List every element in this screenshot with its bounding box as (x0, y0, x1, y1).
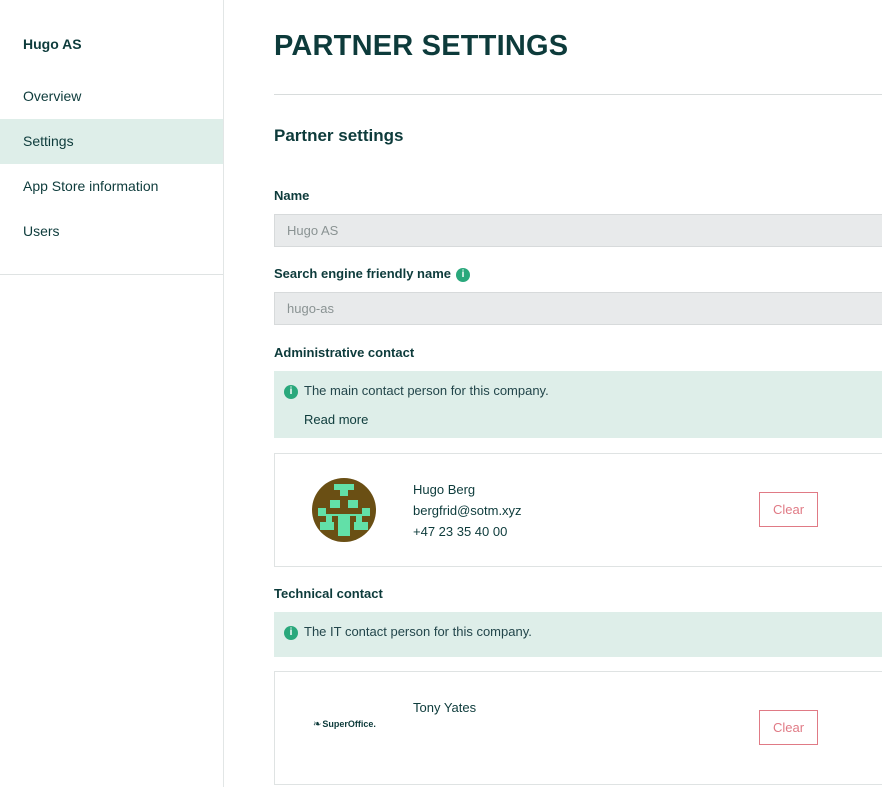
avatar-pattern (318, 484, 370, 536)
name-label: Name (274, 188, 310, 203)
sidebar-item-settings[interactable]: Settings (0, 119, 223, 164)
tech-contact-details: Tony Yates (413, 697, 476, 718)
superoffice-logo-text: SuperOffice. (322, 719, 376, 729)
seo-name-label-row: Search engine friendly name i (274, 266, 471, 282)
info-icon: i (284, 385, 298, 399)
admin-contact-phone: +47 23 35 40 00 (413, 524, 508, 539)
admin-info-text: The main contact person for this company… (304, 383, 549, 398)
tech-contact-info-box: i The IT contact person for this company. (274, 612, 882, 657)
section-title: Partner settings (274, 126, 404, 145)
tech-info-text: The IT contact person for this company. (304, 624, 532, 639)
admin-contact-details: Hugo Berg bergfrid@sotm.xyz +47 23 35 40… (413, 479, 522, 542)
tech-clear-button[interactable]: Clear (759, 710, 818, 745)
sidebar-divider (0, 274, 223, 275)
read-more-link[interactable]: Read more (304, 412, 368, 427)
tech-info-line: i The IT contact person for this company. (284, 624, 532, 640)
info-icon: i (284, 626, 298, 640)
seo-name-field[interactable]: hugo-as (274, 292, 882, 325)
admin-contact-card: Hugo Berg bergfrid@sotm.xyz +47 23 35 40… (274, 453, 882, 567)
organization-name: Hugo AS (23, 36, 82, 52)
info-icon[interactable]: i (456, 268, 471, 282)
admin-clear-button[interactable]: Clear (759, 492, 818, 527)
tech-contact-label: Technical contact (274, 586, 383, 601)
sidebar-item-overview[interactable]: Overview (0, 74, 223, 119)
page-title: PARTNER SETTINGS (274, 30, 569, 62)
pixel-avatar-icon (312, 478, 376, 542)
name-field[interactable]: Hugo AS (274, 214, 882, 247)
tech-contact-name: Tony Yates (413, 700, 477, 715)
sidebar-item-users[interactable]: Users (0, 209, 223, 254)
main-content: PARTNER SETTINGS Partner settings Name H… (274, 0, 882, 787)
admin-contact-info-box: i The main contact person for this compan… (274, 371, 882, 438)
title-divider (274, 94, 882, 95)
sidebar-item-app-store-information[interactable]: App Store information (0, 164, 223, 209)
superoffice-logo-icon: ❧ (313, 719, 322, 730)
admin-info-line: i The main contact person for this compan… (284, 383, 549, 399)
tech-contact-card: ❧SuperOffice. Tony Yates Clear (274, 671, 882, 785)
sidebar: Hugo AS Overview Settings App Store info… (0, 0, 224, 787)
admin-contact-label: Administrative contact (274, 345, 415, 360)
sidebar-nav: Overview Settings App Store information … (0, 74, 223, 254)
seo-name-label: Search engine friendly name (274, 266, 452, 281)
admin-contact-name: Hugo Berg (413, 482, 476, 497)
superoffice-logo: ❧SuperOffice. (313, 719, 376, 730)
admin-contact-email: bergfrid@sotm.xyz (413, 503, 522, 518)
